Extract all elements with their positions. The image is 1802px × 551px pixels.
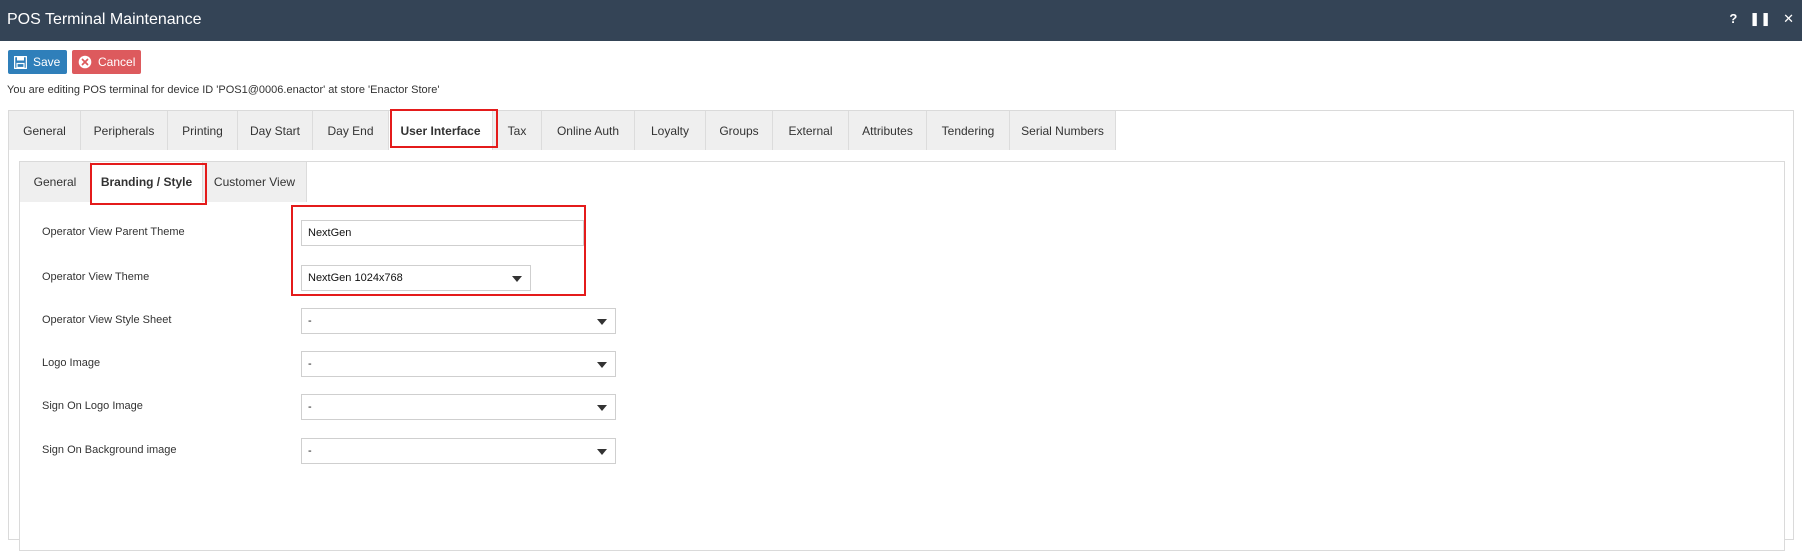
pause-icon[interactable]: ❚❚ — [1749, 11, 1771, 27]
logo-image-select[interactable]: - — [301, 351, 616, 377]
tab-day-start[interactable]: Day Start — [238, 111, 313, 150]
caret-down-icon — [597, 405, 607, 411]
tab-printing[interactable]: Printing — [168, 111, 238, 150]
cancel-button-label: Cancel — [98, 55, 136, 69]
tab-external[interactable]: External — [773, 111, 849, 150]
sign-on-bg-select[interactable]: - — [301, 438, 616, 464]
logo-image-select-value: - — [308, 358, 312, 370]
cancel-circle-icon — [78, 54, 92, 70]
main-tab-bar: General Peripherals Printing Day Start D… — [9, 111, 1116, 150]
tab-serial-numbers[interactable]: Serial Numbers — [1010, 111, 1116, 150]
tab-user-interface[interactable]: User Interface — [389, 111, 493, 150]
title-bar: POS Terminal Maintenance ? ❚❚ ✕ — [0, 0, 1802, 41]
parent-theme-input[interactable]: NextGen — [301, 220, 584, 246]
editing-message: You are editing POS terminal for device … — [7, 84, 440, 96]
sign-on-bg-label: Sign On Background image — [42, 444, 177, 456]
tab-groups[interactable]: Groups — [706, 111, 773, 150]
sign-on-logo-select[interactable]: - — [301, 394, 616, 420]
caret-down-icon — [597, 319, 607, 325]
tab-tendering[interactable]: Tendering — [927, 111, 1010, 150]
tab-peripherals[interactable]: Peripherals — [81, 111, 168, 150]
sign-on-logo-label: Sign On Logo Image — [42, 400, 143, 412]
tab-general[interactable]: General — [9, 111, 81, 150]
style-sheet-label: Operator View Style Sheet — [42, 314, 172, 326]
floppy-disk-icon — [14, 54, 27, 70]
tab-loyalty[interactable]: Loyalty — [635, 111, 706, 150]
window-title: POS Terminal Maintenance — [7, 11, 202, 28]
inner-panel: General Branding / Style Customer View O… — [19, 161, 1785, 551]
theme-select-value: NextGen 1024x768 — [308, 272, 403, 284]
caret-down-icon — [597, 449, 607, 455]
tab-day-end[interactable]: Day End — [313, 111, 389, 150]
logo-image-label: Logo Image — [42, 357, 101, 369]
style-sheet-select[interactable]: - — [301, 308, 616, 334]
main-panel: General Peripherals Printing Day Start D… — [8, 109, 1794, 551]
style-sheet-select-value: - — [308, 315, 312, 327]
parent-theme-label: Operator View Parent Theme — [42, 226, 185, 238]
subtab-general[interactable]: General — [20, 162, 91, 202]
subtab-customer-view[interactable]: Customer View — [203, 162, 307, 202]
save-button[interactable]: Save — [8, 50, 67, 74]
theme-label: Operator View Theme — [42, 271, 150, 283]
tab-tax[interactable]: Tax — [493, 111, 542, 150]
subtab-branding-style[interactable]: Branding / Style — [91, 162, 203, 202]
caret-down-icon — [597, 362, 607, 368]
close-icon[interactable]: ✕ — [1783, 11, 1794, 27]
sub-tab-bar: General Branding / Style Customer View — [20, 162, 307, 202]
cancel-button[interactable]: Cancel — [72, 50, 141, 74]
sign-on-logo-select-value: - — [308, 401, 312, 413]
window-controls: ? ❚❚ ✕ — [1729, 11, 1794, 27]
sign-on-bg-select-value: - — [308, 445, 312, 457]
save-button-label: Save — [33, 55, 61, 69]
theme-select[interactable]: NextGen 1024x768 — [301, 265, 531, 291]
caret-down-icon — [512, 276, 522, 282]
help-icon[interactable]: ? — [1729, 11, 1737, 27]
tab-online-auth[interactable]: Online Auth — [542, 111, 635, 150]
tab-attributes[interactable]: Attributes — [849, 111, 927, 150]
